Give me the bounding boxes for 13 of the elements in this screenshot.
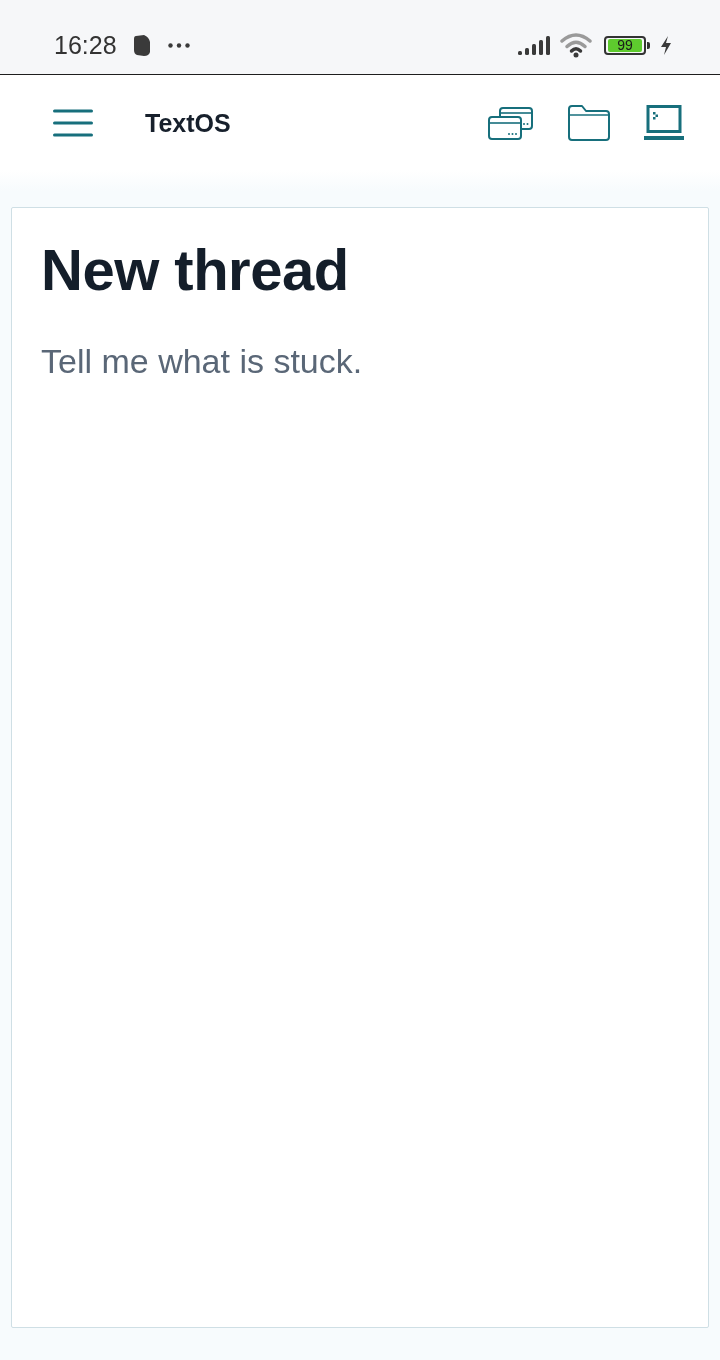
battery-percentage: 99 bbox=[608, 38, 642, 52]
menu-icon[interactable] bbox=[53, 109, 93, 137]
windows-icon[interactable] bbox=[488, 106, 533, 140]
wifi-icon bbox=[560, 32, 592, 58]
thread-title: New thread bbox=[41, 237, 350, 304]
notification-icon bbox=[132, 34, 151, 56]
thread-prompt: Tell me what is stuck. bbox=[41, 340, 364, 382]
folder-icon[interactable] bbox=[567, 105, 610, 141]
status-time: 16:28 bbox=[54, 30, 117, 60]
more-dots-icon bbox=[167, 42, 190, 48]
signal-icon bbox=[518, 35, 550, 55]
terminal-icon[interactable] bbox=[644, 105, 684, 141]
app-title: TextOS bbox=[145, 108, 231, 138]
